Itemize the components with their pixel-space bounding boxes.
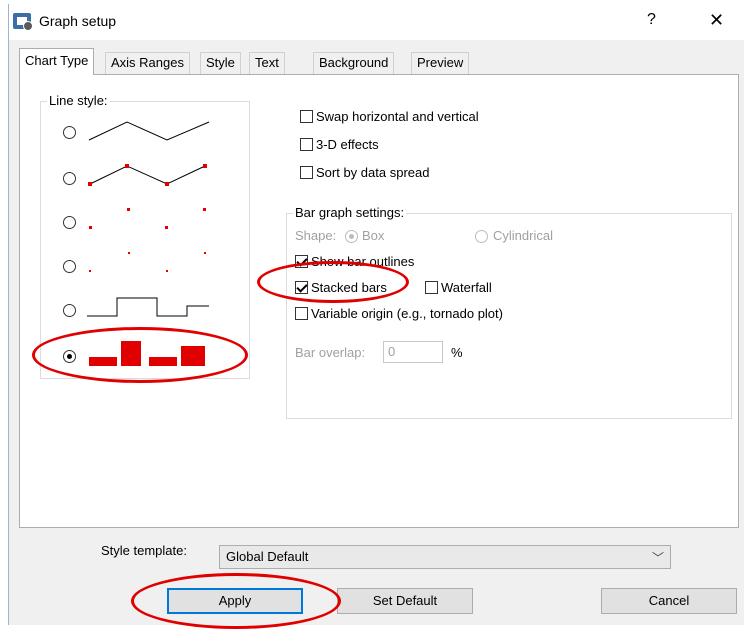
3d-effects-label: 3-D effects bbox=[316, 137, 379, 152]
shape-box-radio[interactable] bbox=[345, 230, 358, 243]
line-style-radio-points[interactable] bbox=[63, 216, 76, 229]
cancel-button[interactable]: Cancel bbox=[601, 588, 737, 614]
bar-overlap-unit: % bbox=[451, 345, 463, 360]
line-style-radio-step[interactable] bbox=[63, 304, 76, 317]
shape-box-label: Box bbox=[362, 228, 385, 243]
tab-axis-ranges[interactable]: Axis Ranges bbox=[105, 52, 190, 74]
bar-overlap-input[interactable]: 0 bbox=[383, 341, 443, 363]
tab-background[interactable]: Background bbox=[313, 52, 395, 74]
graph-setup-dialog: Graph setup ? ✕ Chart Type Axis Ranges S… bbox=[8, 4, 744, 629]
line-style-radio-line-points[interactable] bbox=[63, 172, 76, 185]
3d-effects-checkbox[interactable] bbox=[300, 138, 313, 151]
style-template-label: Style template: bbox=[101, 543, 187, 558]
tab-text[interactable]: Text bbox=[249, 52, 285, 74]
shape-cylindrical-label: Cylindrical bbox=[493, 228, 553, 243]
sort-spread-label: Sort by data spread bbox=[316, 165, 430, 180]
bar-settings-label: Bar graph settings: bbox=[293, 205, 407, 220]
tab-chart-type[interactable]: Chart Type bbox=[19, 48, 95, 75]
chevron-down-icon: ﹀ bbox=[651, 551, 664, 565]
stacked-bars-label: Stacked bars bbox=[311, 280, 387, 295]
line-style-bars-icon bbox=[89, 341, 205, 366]
window-title: Graph setup bbox=[39, 13, 117, 29]
variable-origin-checkbox[interactable] bbox=[295, 307, 308, 320]
variable-origin-label: Variable origin (e.g., tornado plot) bbox=[311, 306, 503, 321]
style-template-select[interactable]: Global Default ﹀ bbox=[219, 545, 671, 569]
line-style-radio-small-points[interactable] bbox=[63, 260, 76, 273]
swap-axes-label: Swap horizontal and vertical bbox=[316, 109, 479, 124]
line-style-step-icon bbox=[87, 297, 209, 317]
bar-settings-group: Bar graph settings: Shape: Box Cylindric… bbox=[286, 205, 732, 419]
bar-overlap-label: Bar overlap: bbox=[295, 345, 366, 360]
chart-type-panel: Line style: Swap horizontal and vertical… bbox=[19, 74, 739, 528]
line-style-line-icon bbox=[88, 121, 210, 141]
show-outlines-checkbox[interactable] bbox=[295, 255, 308, 268]
line-style-radio-bars[interactable] bbox=[63, 350, 76, 363]
waterfall-label: Waterfall bbox=[441, 280, 492, 295]
line-style-line-points-icon bbox=[88, 164, 207, 186]
waterfall-checkbox[interactable] bbox=[425, 281, 438, 294]
line-style-radio-line[interactable] bbox=[63, 126, 76, 139]
tab-style[interactable]: Style bbox=[200, 52, 241, 74]
tab-preview[interactable]: Preview bbox=[411, 52, 470, 74]
show-outlines-label: Show bar outlines bbox=[311, 254, 415, 269]
line-style-label: Line style: bbox=[47, 93, 110, 108]
sort-spread-checkbox[interactable] bbox=[300, 166, 313, 179]
swap-axes-checkbox[interactable] bbox=[300, 110, 313, 123]
set-default-button[interactable]: Set Default bbox=[337, 588, 473, 614]
line-style-group: Line style: bbox=[40, 93, 250, 379]
close-button[interactable]: ✕ bbox=[709, 10, 724, 31]
line-style-points-icon bbox=[89, 208, 206, 229]
line-style-small-points-icon bbox=[89, 252, 206, 272]
shape-label: Shape: bbox=[295, 228, 337, 243]
style-template-value: Global Default bbox=[226, 549, 309, 564]
apply-button[interactable]: Apply bbox=[167, 588, 303, 614]
title-bar: Graph setup ? ✕ bbox=[9, 4, 744, 40]
app-icon bbox=[13, 13, 33, 31]
help-button[interactable]: ? bbox=[647, 11, 656, 29]
stacked-bars-checkbox[interactable] bbox=[295, 281, 308, 294]
shape-cylindrical-radio[interactable] bbox=[475, 230, 488, 243]
